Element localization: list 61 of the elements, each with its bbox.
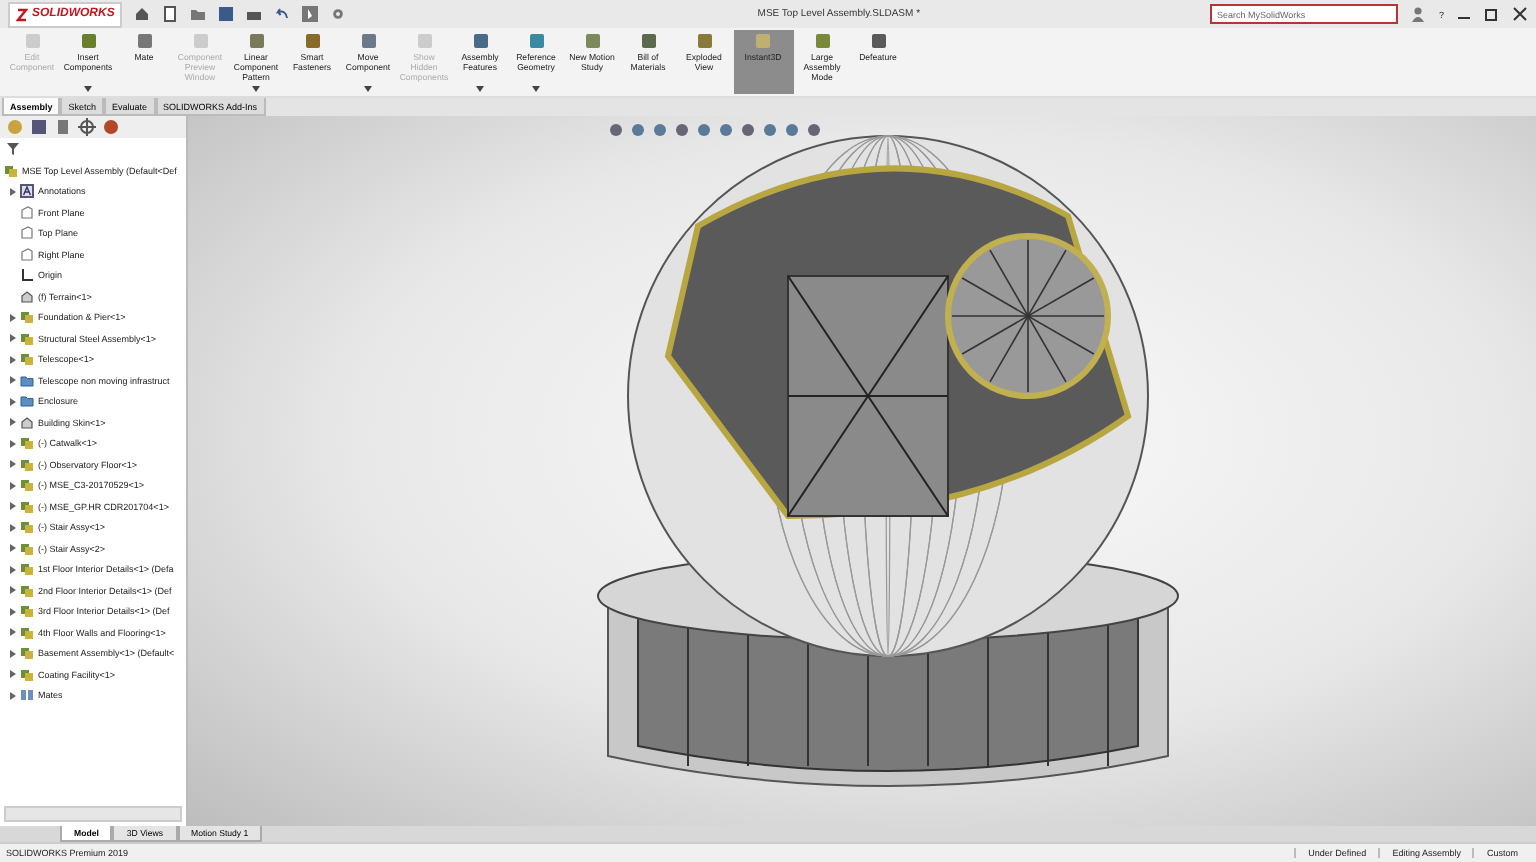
tool-icon xyxy=(471,32,489,50)
options-gear-icon[interactable] xyxy=(330,6,347,22)
expand-arrow-icon[interactable] xyxy=(10,586,16,595)
expand-arrow-icon[interactable] xyxy=(10,313,16,322)
origin-icon xyxy=(20,268,34,283)
tool-icon xyxy=(135,32,153,50)
tool-icon xyxy=(79,32,97,50)
save-icon[interactable] xyxy=(218,6,235,22)
assembly-icon xyxy=(4,163,18,178)
crosshair-tab-icon[interactable] xyxy=(78,118,96,136)
expand-arrow-icon[interactable] xyxy=(10,334,16,343)
tool-icon xyxy=(869,32,887,50)
tool-icon xyxy=(527,32,545,50)
expand-arrow-icon[interactable] xyxy=(10,187,16,196)
expand-arrow-icon[interactable] xyxy=(10,376,16,385)
annotations-icon xyxy=(20,184,34,199)
tool-icon xyxy=(359,32,377,50)
expand-arrow-icon[interactable] xyxy=(10,649,16,658)
expand-arrow-icon[interactable] xyxy=(10,439,16,448)
expand-arrow-icon[interactable] xyxy=(10,670,16,679)
caret-icon xyxy=(252,86,260,92)
close-icon[interactable] xyxy=(1512,6,1528,22)
user-icon[interactable] xyxy=(1410,6,1427,22)
caret-icon xyxy=(364,86,372,92)
tool-icon xyxy=(247,32,265,50)
tool-icon xyxy=(583,32,601,50)
horizontal-scrollbar[interactable] xyxy=(4,806,182,822)
tool-icon xyxy=(191,32,209,50)
expand-arrow-icon[interactable] xyxy=(10,523,16,532)
filter-icon[interactable] xyxy=(6,142,20,156)
tool-icon xyxy=(303,32,321,50)
expand-arrow-icon[interactable] xyxy=(10,397,16,406)
expand-arrow-icon[interactable] xyxy=(10,418,16,427)
expand-arrow-icon[interactable] xyxy=(10,502,16,511)
expand-arrow-icon[interactable] xyxy=(10,565,16,574)
tool-icon xyxy=(695,32,713,50)
tool-icon xyxy=(415,32,433,50)
expand-arrow-icon[interactable] xyxy=(10,481,16,490)
part-icon xyxy=(20,415,34,430)
tool-icon xyxy=(813,32,831,50)
tool-icon xyxy=(23,32,41,50)
tool-icon xyxy=(639,32,657,50)
expand-arrow-icon[interactable] xyxy=(10,691,16,700)
restore-icon[interactable] xyxy=(1484,6,1500,22)
tool-icon xyxy=(754,32,772,50)
expand-arrow-icon[interactable] xyxy=(10,628,16,637)
part-icon xyxy=(20,289,34,304)
open-folder-icon[interactable] xyxy=(190,6,207,22)
logo-icon xyxy=(16,7,28,21)
undo-icon[interactable] xyxy=(274,6,291,22)
caret-icon xyxy=(476,86,484,92)
expand-arrow-icon[interactable] xyxy=(10,460,16,469)
expand-arrow-icon[interactable] xyxy=(10,355,16,364)
caret-icon xyxy=(84,86,92,92)
caret-icon xyxy=(532,86,540,92)
expand-arrow-icon[interactable] xyxy=(10,544,16,553)
select-icon[interactable] xyxy=(302,6,319,22)
expand-arrow-icon[interactable] xyxy=(10,607,16,616)
mates-icon xyxy=(20,688,34,703)
home-icon[interactable] xyxy=(134,6,151,22)
new-document-icon[interactable] xyxy=(162,6,179,22)
